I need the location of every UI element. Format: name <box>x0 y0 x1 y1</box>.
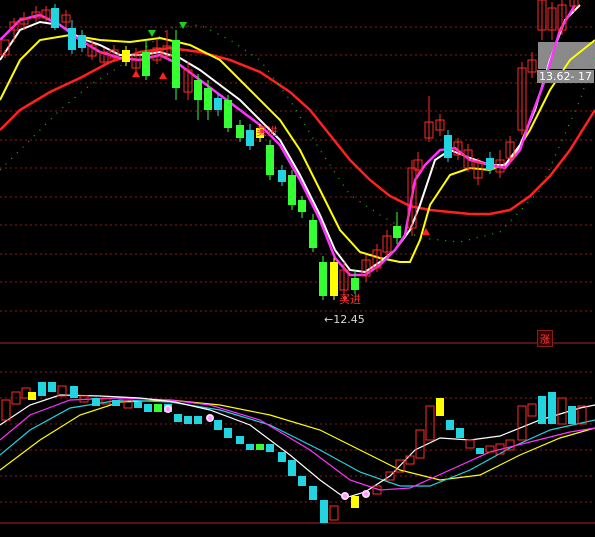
indicator-bar <box>288 460 296 476</box>
kline-chart[interactable] <box>0 0 595 537</box>
indicator-bar <box>538 396 546 424</box>
indicator-bar <box>548 392 556 424</box>
indicator-bar <box>144 404 152 412</box>
current-price-tag: 13.62- 17 <box>537 70 594 83</box>
indicator-bar <box>184 416 192 424</box>
price-candle-body <box>172 40 180 88</box>
price-candle-body <box>486 158 494 170</box>
buy-signal-label-1: 买进 <box>256 125 278 138</box>
indicator-bar <box>568 406 576 424</box>
chart-background <box>0 0 595 537</box>
indicator-bar <box>320 500 328 523</box>
indicator-bar <box>278 452 286 462</box>
indicator-bar <box>256 444 264 450</box>
indicator-bar <box>436 398 444 416</box>
price-candle-body <box>393 226 401 238</box>
indicator-flower-icon <box>208 416 212 420</box>
indicator-flower-icon <box>364 492 368 496</box>
indicator-bar <box>112 400 120 406</box>
price-candle-body <box>51 8 59 28</box>
indicator-bar <box>351 496 359 508</box>
indicator-bar <box>456 428 464 438</box>
indicator-bar <box>476 448 484 454</box>
price-candle-body <box>298 200 306 212</box>
indicator-bar <box>194 416 202 424</box>
price-candle-body <box>68 28 76 50</box>
price-candle-body <box>224 100 232 128</box>
indicator-flower-icon <box>166 407 170 411</box>
price-candle-body <box>78 35 86 48</box>
price-candle-body <box>444 135 452 158</box>
price-candle-body <box>288 175 296 205</box>
stock-chart-window: 买进 买进 ←12.45 13.62- 17 涨 <box>0 0 595 537</box>
price-candle-body <box>351 278 359 290</box>
price-candle-body <box>122 50 130 62</box>
indicator-bar <box>266 444 274 452</box>
indicator-bar <box>214 420 222 430</box>
indicator-bar <box>174 414 182 422</box>
indicator-bar <box>48 382 56 392</box>
indicator-bar <box>70 386 78 398</box>
indicator-bar <box>246 444 254 450</box>
indicator-bar <box>446 420 454 430</box>
indicator-bar <box>134 402 142 408</box>
price-candle-body <box>266 145 274 175</box>
buy-signal-label-2: 买进 <box>339 293 361 306</box>
price-candle-body <box>309 220 317 248</box>
price-candle-body <box>204 88 212 110</box>
price-candle-body <box>246 130 254 146</box>
indicator-bar <box>92 398 100 406</box>
indicator-bar <box>154 404 162 412</box>
indicator-flower-icon <box>343 494 347 498</box>
indicator-bar <box>298 476 306 486</box>
indicator-bar <box>38 382 46 396</box>
price-candle-body <box>214 98 222 110</box>
price-candle-body <box>194 80 202 100</box>
price-candle-body <box>330 262 338 296</box>
low-price-label: ←12.45 <box>324 313 365 326</box>
price-candle-body <box>319 262 327 296</box>
price-candle-body <box>142 52 150 76</box>
rise-badge[interactable]: 涨 <box>537 330 553 347</box>
indicator-bar <box>309 486 317 500</box>
indicator-bar <box>224 428 232 438</box>
price-candle-body <box>278 170 286 182</box>
price-candle-body <box>236 125 244 138</box>
indicator-bar <box>236 436 244 444</box>
indicator-bar <box>28 392 36 400</box>
